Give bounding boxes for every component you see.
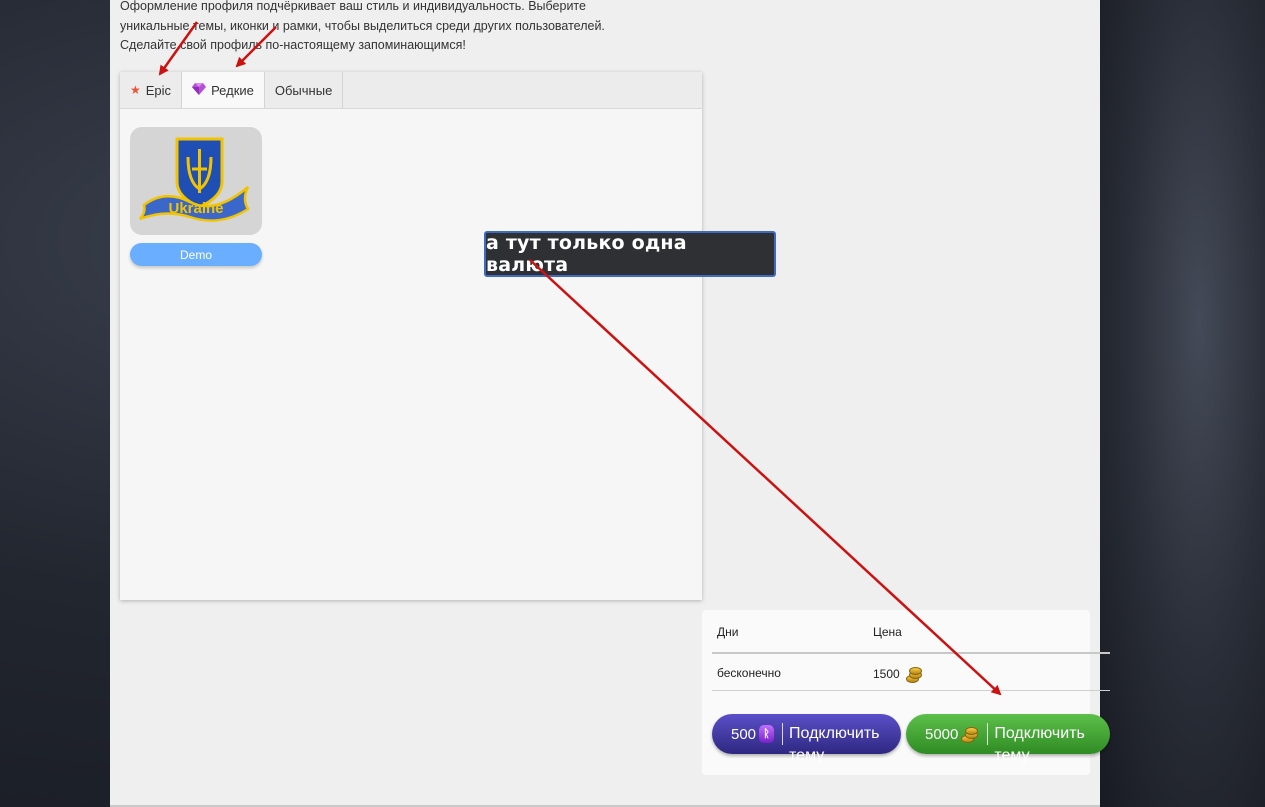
button-price-value: 500: [731, 725, 757, 743]
connect-theme-coins-button[interactable]: 5000 Подключить тему: [906, 714, 1110, 764]
connect-theme-runes-button[interactable]: 500 ᚱ Подключить тему: [712, 714, 901, 764]
gem-icon: [192, 82, 207, 98]
tab-epic[interactable]: ★ Epic: [120, 72, 183, 108]
button-label: Подключить тему: [789, 725, 880, 764]
ukraine-emblem-image: Ukraine: [139, 137, 250, 222]
button-price: 5000: [906, 723, 989, 745]
coin-icon: [904, 666, 922, 683]
profile-intro-text: Оформление профиля подчёркивает ваш стил…: [120, 0, 680, 56]
button-price-value: 5000: [925, 725, 959, 743]
theme-thumbnail[interactable]: Ukraine: [130, 127, 262, 235]
annotation-callout: а тут только одна валюта: [484, 231, 776, 277]
tab-label: Обычные: [274, 82, 333, 98]
tab-rare[interactable]: Редкие: [182, 72, 265, 108]
emblem-text: Ukraine: [168, 200, 223, 217]
intro-line: уникальные темы, иконки и рамки, чтобы в…: [120, 18, 605, 33]
tab-bar: ★ Epic Редкие Обычные: [120, 72, 702, 109]
price-cell: 1500: [873, 666, 1023, 683]
tab-label: Редкие: [211, 82, 254, 98]
button-label: Подключить тему: [994, 725, 1085, 764]
divider: [712, 690, 1110, 691]
intro-line: Оформление профиля подчёркивает ваш стил…: [120, 0, 586, 13]
intro-line: Сделайте свой профиль по-настоящему запо…: [120, 38, 466, 52]
coin-icon: [961, 726, 979, 743]
days-column-header: Дни: [717, 625, 739, 639]
price-column-header: Цена: [873, 625, 902, 639]
themes-panel: ★ Epic Редкие Обычные Ukraine Demo: [120, 72, 702, 600]
tab-label: Epic: [145, 82, 172, 98]
tab-common[interactable]: Обычные: [265, 72, 344, 108]
star-icon: ★: [130, 83, 141, 97]
background-art-right: [1100, 0, 1265, 807]
divider: [712, 652, 1110, 654]
demo-button[interactable]: Demo: [130, 243, 262, 266]
price-value: 1500: [873, 667, 900, 681]
button-price: 500 ᚱ: [712, 723, 784, 745]
days-value: бесконечно: [717, 666, 781, 680]
rune-icon: ᚱ: [759, 725, 775, 743]
